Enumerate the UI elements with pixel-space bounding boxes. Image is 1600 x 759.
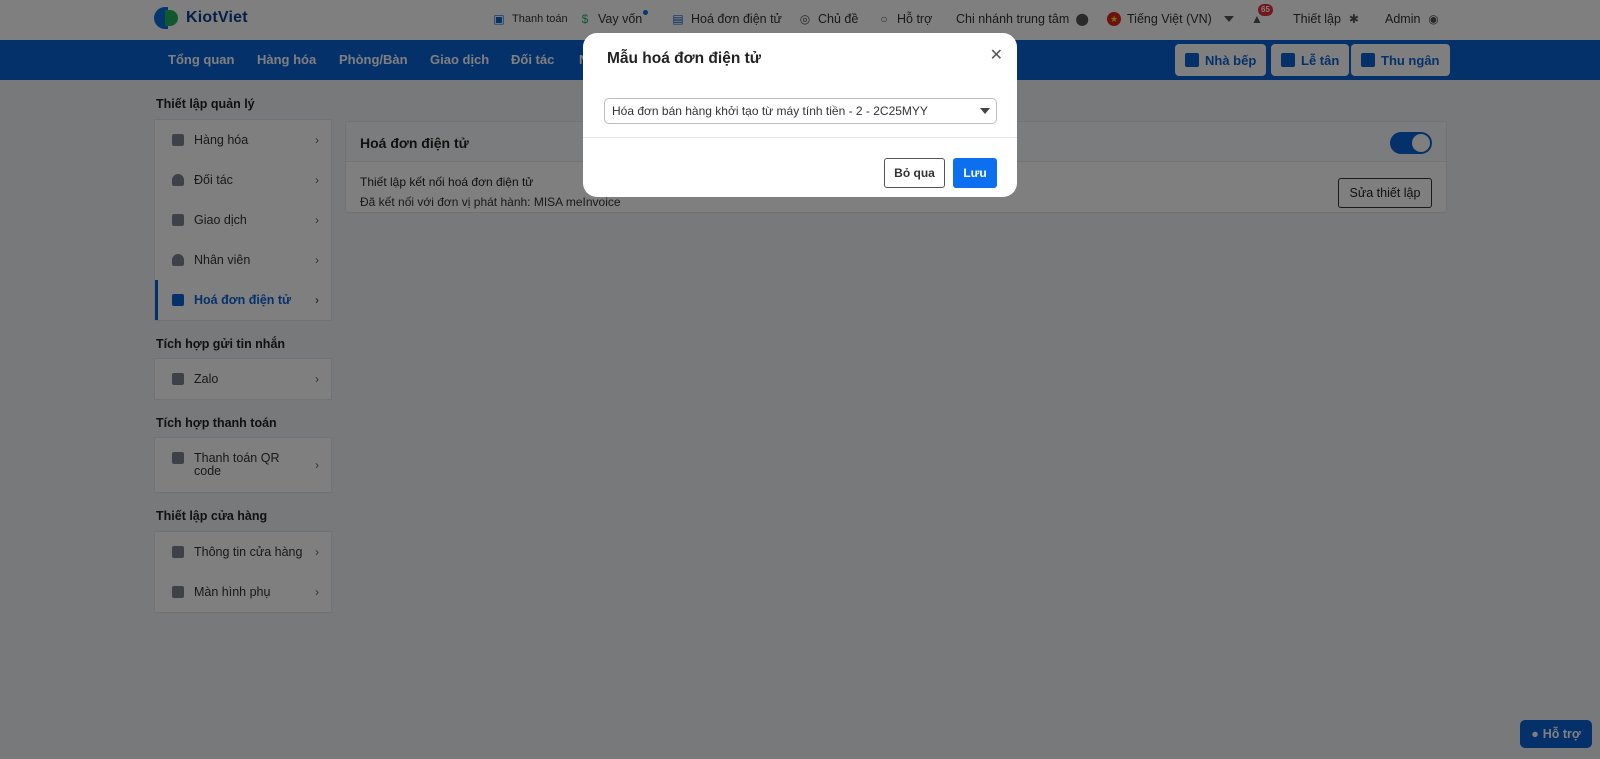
template-select[interactable]: Hóa đơn bán hàng khởi tạo từ máy tính ti… xyxy=(604,98,997,124)
cancel-button[interactable]: Bỏ qua xyxy=(884,158,945,188)
save-button[interactable]: Lưu xyxy=(953,158,997,188)
close-icon[interactable]: ✕ xyxy=(990,45,1003,65)
modal-divider xyxy=(583,137,1017,138)
modal-title: Mẫu hoá đơn điện tử xyxy=(607,50,761,67)
template-select-value: Hóa đơn bán hàng khởi tạo từ máy tính ti… xyxy=(612,104,928,118)
chevron-down-icon xyxy=(980,108,990,114)
einvoice-template-modal: Mẫu hoá đơn điện tử ✕ Hóa đơn bán hàng k… xyxy=(583,33,1017,197)
